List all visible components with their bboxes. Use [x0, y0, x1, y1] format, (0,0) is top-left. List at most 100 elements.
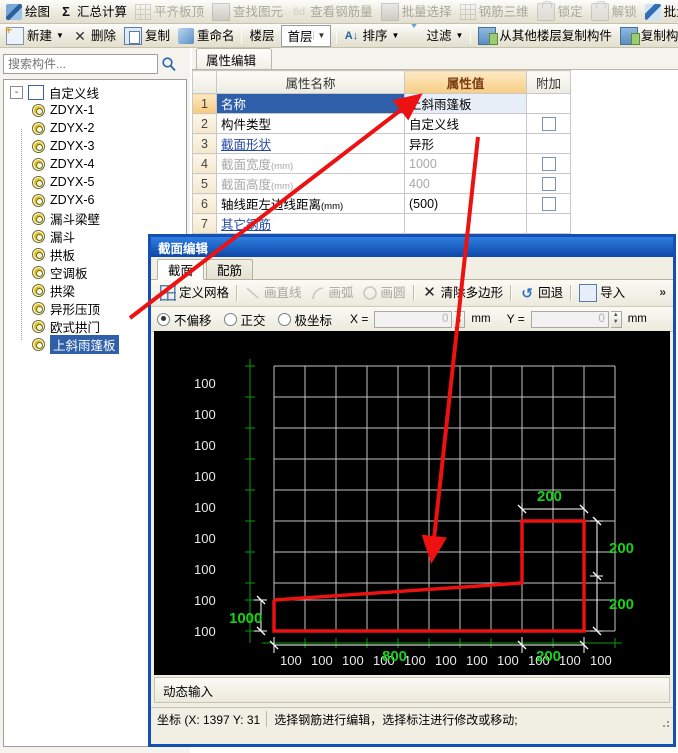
checkbox[interactable]	[541, 196, 556, 211]
dynamic-input-bar[interactable]: 动态输入	[154, 677, 670, 703]
toolbar-item-rebar-3d[interactable]: 钢筋三维	[456, 1, 533, 23]
tab-reinforcement[interactable]: 配筋	[206, 259, 254, 279]
table-row[interactable]: 2 构件类型 自定义线	[192, 113, 571, 134]
sidebar-item-5[interactable]: ZDYX-5	[4, 173, 186, 191]
sidebar-item-label: ZDYX-1	[50, 103, 95, 117]
checkbox[interactable]	[541, 156, 556, 171]
radio-orthogonal[interactable]: 正交	[223, 310, 266, 329]
resize-grip[interactable]	[660, 718, 670, 728]
tab-property-editor[interactable]: 属性编辑	[196, 48, 272, 70]
left-tick-label: 100	[194, 624, 216, 639]
toolbar-item-summary-calc[interactable]: Σ 汇总计算	[54, 1, 131, 23]
bottom-tick-label: 100	[280, 653, 302, 668]
table-row[interactable]: 1 名称 上斜雨篷板	[192, 93, 571, 114]
new-button[interactable]: 新建 ▼	[2, 24, 68, 47]
y-input[interactable]: 0	[530, 310, 609, 328]
chevron-double-right-icon[interactable]: »	[659, 285, 666, 299]
toolbar-item-label: 批量删除	[663, 4, 678, 19]
clear-polygon-button[interactable]: ✕ 清除多边形	[418, 282, 508, 304]
table-row[interactable]: 6 轴线距左边线距离(mm) (500)	[192, 193, 571, 214]
draw-circle-button[interactable]: 画圆	[358, 282, 410, 304]
radio-no-offset-dot	[157, 312, 170, 326]
search-input[interactable]	[3, 54, 158, 74]
sidebar-item-2[interactable]: ZDYX-2	[4, 119, 186, 137]
glasses-icon: 6d	[292, 5, 306, 18]
table-row[interactable]: 3 截面形状 异形	[192, 133, 571, 154]
checkbox[interactable]	[541, 176, 556, 191]
section-drawing-canvas[interactable]: 100 100 100 100 100 100 100 100 100 100 100 100 100…	[154, 331, 670, 675]
radio-polar[interactable]: 极坐标	[277, 310, 332, 329]
copy-from-other-floor-button[interactable]: 从其他楼层复制构件	[474, 25, 616, 47]
sidebar-item-6[interactable]: ZDYX-6	[4, 191, 186, 209]
property-extra-cell[interactable]	[526, 93, 571, 114]
draw-arc-button[interactable]: 画弧	[306, 282, 358, 304]
sidebar-item-3[interactable]: ZDYX-3	[4, 137, 186, 155]
toolbar-item-label: 汇总计算	[77, 4, 128, 19]
y-stepper[interactable]: ▲ ▼	[610, 310, 622, 328]
property-extra-cell[interactable]	[526, 133, 571, 154]
radio-orthogonal-dot	[223, 312, 237, 326]
sidebar-item-4[interactable]: ZDYX-4	[4, 155, 186, 173]
sidebar-item-label: 上斜雨篷板	[50, 334, 119, 354]
define-grid-button[interactable]: 定义网格	[156, 282, 233, 304]
sort-button[interactable]: A↓Z 排序 ▼	[340, 25, 404, 48]
search-icon[interactable]	[161, 56, 177, 72]
property-value-cell[interactable]: 400	[404, 173, 527, 194]
toolbar-item-unlock[interactable]: 解锁	[587, 0, 641, 23]
copy-component-to-button[interactable]: 复制构件到	[616, 25, 678, 47]
table-row[interactable]: 4 截面宽度(mm) 1000	[192, 153, 571, 174]
checkbox[interactable]	[541, 116, 556, 131]
dialog-titlebar[interactable]: 截面编辑	[151, 237, 673, 257]
toolbar-item-find-element[interactable]: 查找图元	[208, 1, 287, 23]
row-index: 5	[192, 173, 217, 194]
property-value-cell[interactable]: 1000	[404, 153, 527, 174]
undo-icon: ↺	[521, 285, 533, 301]
unlock-icon	[590, 0, 609, 21]
x-unit: mm	[471, 313, 491, 325]
property-extra-cell[interactable]	[526, 113, 571, 134]
copy-button[interactable]: 复制	[120, 25, 174, 47]
property-extra-cell[interactable]	[526, 173, 571, 194]
left-dimension-labels: 100 100 100 100 100 100 100 100 100	[194, 376, 216, 639]
sidebar-item-1[interactable]: ZDYX-1	[4, 101, 186, 119]
property-extra-cell[interactable]	[526, 213, 571, 234]
toolbar-item-view-rebar-qty[interactable]: 6d 查看钢筋量	[287, 1, 377, 23]
row-index: 2	[192, 113, 217, 134]
property-value-cell[interactable]: (500)	[404, 193, 527, 214]
toolbar-item-batch-delete[interactable]: 批量删除	[641, 1, 678, 23]
undo-button[interactable]: ↺ 回退	[515, 282, 567, 304]
tree-root-custom-line[interactable]: - 自定义线	[4, 83, 186, 101]
property-extra-cell[interactable]	[526, 193, 571, 214]
grid-icon	[135, 3, 152, 20]
left-tick-label: 100	[194, 376, 216, 391]
delete-button[interactable]: ✕ 删除	[68, 25, 120, 47]
toolbar-item-label: 绘图	[25, 4, 51, 19]
table-row[interactable]: 5 截面高度(mm) 400	[192, 173, 571, 194]
collapse-icon[interactable]: -	[10, 85, 23, 99]
bottom-tick-label: 100	[466, 653, 488, 668]
table-row[interactable]: 7 其它钢筋	[192, 213, 571, 234]
toolbar-item-batch-select[interactable]: 批量选择	[377, 1, 456, 23]
new-button-label: 新建	[27, 28, 53, 43]
floor-select[interactable]: 首层 ▼	[280, 24, 331, 47]
property-extra-cell[interactable]	[526, 153, 571, 174]
import-button[interactable]: 导入	[575, 282, 629, 304]
toolbar-item-align-slab-top[interactable]: 平齐板顶	[131, 1, 208, 23]
sidebar-item-7[interactable]: 漏斗梁壁	[4, 209, 186, 227]
tab-section[interactable]: 截面	[157, 259, 205, 280]
x-stepper[interactable]: ▲ ▼	[454, 310, 466, 328]
x-input[interactable]: 0	[374, 310, 453, 328]
toolbar-item-lock[interactable]: 锁定	[533, 0, 587, 23]
rename-button[interactable]: 重命名	[174, 25, 239, 47]
sidebar-item-label: 欧式拱门	[50, 320, 101, 335]
radio-no-offset[interactable]: 不偏移	[157, 310, 212, 329]
chevron-down-icon[interactable]: ▼	[312, 31, 330, 40]
toolbar-item-draw[interactable]: 绘图	[2, 1, 54, 23]
property-value-cell[interactable]: 异形	[404, 133, 527, 154]
property-value-cell[interactable]: 自定义线	[404, 113, 527, 134]
property-value-cell[interactable]: 上斜雨篷板	[404, 93, 527, 114]
left-tick-label: 100	[194, 438, 216, 453]
draw-line-button[interactable]: 画直线	[241, 282, 306, 304]
filter-button[interactable]: 过滤 ▼	[403, 24, 467, 47]
property-value-cell[interactable]	[404, 213, 527, 234]
